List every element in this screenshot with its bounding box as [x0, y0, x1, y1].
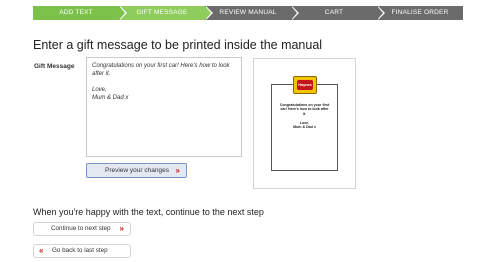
back-button[interactable]: « Go back to last step — [33, 244, 131, 258]
continue-button[interactable]: Continue to next step » — [33, 222, 131, 236]
preview-changes-button[interactable]: Preview your changes » — [86, 163, 187, 178]
gift-message-label: Gift Message — [34, 63, 75, 70]
chevron-right-icon: » — [175, 166, 180, 175]
step-cart: CART — [291, 6, 385, 20]
step-review-manual: REVIEW MANUAL — [205, 6, 299, 20]
manual-preview: Haynes Congratulations on your first car… — [253, 58, 356, 189]
continue-button-label: Continue to next step — [51, 225, 111, 232]
chevron-left-icon: « — [39, 246, 44, 255]
haynes-logo: Haynes — [293, 76, 317, 94]
preview-button-label: Preview your changes — [105, 167, 169, 174]
gift-message-textarea[interactable]: Congratulations on your first car! Here'… — [86, 57, 242, 157]
progress-steps: ADD TEXT GIFT MESSAGE REVIEW MANUAL CART… — [33, 6, 463, 20]
back-button-label: Go back to last step — [52, 247, 108, 254]
step-add-text[interactable]: ADD TEXT — [33, 6, 127, 20]
preview-message-text: Congratulations on your first car! Here'… — [279, 103, 330, 130]
step-gift-message[interactable]: GIFT MESSAGE — [119, 6, 213, 20]
step-label: CART — [324, 9, 344, 16]
step-label: REVIEW MANUAL — [219, 9, 277, 16]
chevron-right-icon: » — [119, 224, 124, 233]
step-label: FINALISE ORDER — [391, 9, 449, 16]
step-label: ADD TEXT — [59, 9, 93, 16]
step-label: GIFT MESSAGE — [136, 9, 188, 16]
logo-text: Haynes — [297, 80, 313, 90]
continue-heading: When you're happy with the text, continu… — [33, 207, 264, 217]
page-title: Enter a gift message to be printed insid… — [33, 38, 323, 52]
step-finalise-order: FINALISE ORDER — [377, 6, 463, 20]
